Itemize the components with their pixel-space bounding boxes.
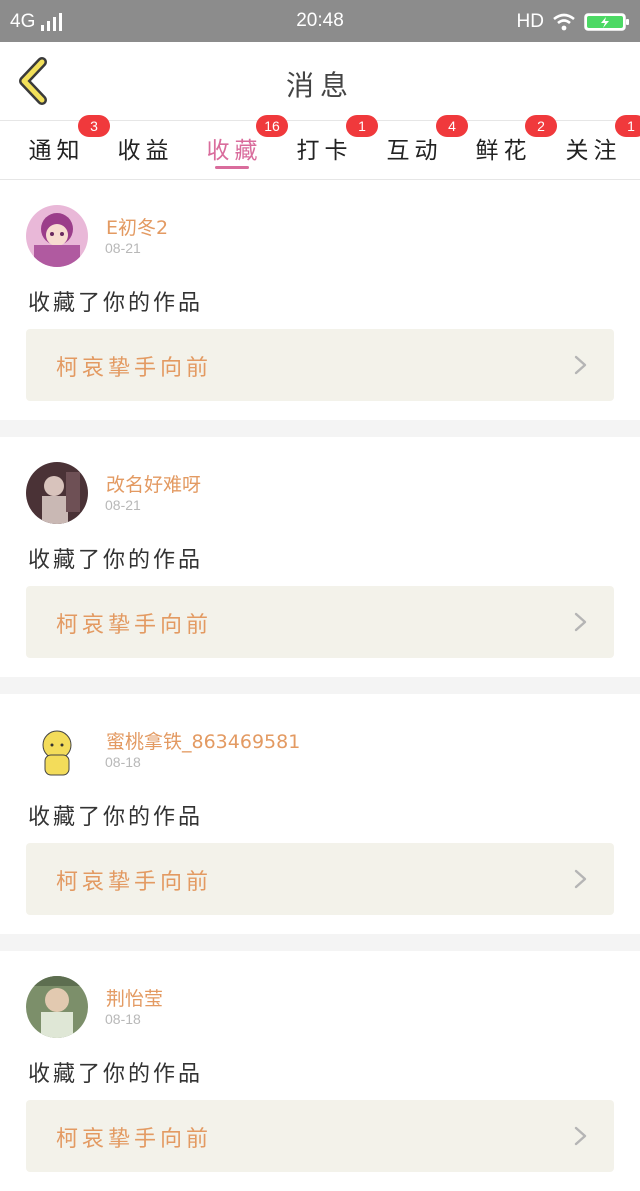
- work-title: 柯哀挚手向前: [56, 613, 213, 638]
- tab-notifications[interactable]: 通知 3: [18, 115, 110, 179]
- work-link[interactable]: 柯哀挚手向前: [26, 843, 614, 915]
- wifi-icon: [553, 13, 575, 31]
- tab-label: 收益: [117, 138, 174, 164]
- username[interactable]: 蜜桃拿铁_863469581: [106, 727, 300, 754]
- work-link[interactable]: 柯哀挚手向前: [26, 329, 614, 401]
- chevron-right-icon: [574, 355, 587, 375]
- tab-bar: 通知 3 收益 收藏 16 打卡 1 互动 4 鲜花 2 关注 1: [0, 115, 640, 180]
- tab-checkin[interactable]: 打卡 1: [286, 115, 378, 179]
- work-title: 柯哀挚手向前: [56, 1127, 213, 1152]
- tab-label: 打卡: [296, 138, 353, 164]
- header: 消息: [0, 42, 640, 120]
- chevron-right-icon: [574, 869, 587, 889]
- avatar-image-icon: [26, 205, 88, 267]
- tab-label: 收藏: [206, 138, 263, 164]
- tab-flowers[interactable]: 鲜花 2: [465, 115, 557, 179]
- active-tab-indicator: [215, 166, 249, 169]
- username[interactable]: E初冬2: [106, 213, 168, 240]
- message-date: 08-18: [105, 754, 141, 770]
- tab-badge: 1: [615, 115, 640, 137]
- message-date: 08-21: [105, 240, 141, 256]
- back-chevron-icon: [19, 57, 47, 105]
- work-link[interactable]: 柯哀挚手向前: [26, 1100, 614, 1172]
- message-date: 08-21: [105, 497, 141, 513]
- message-card: 改名好难呀 08-21 收藏了你的作品 柯哀挚手向前: [0, 437, 640, 677]
- tab-earnings[interactable]: 收益: [107, 121, 179, 179]
- avatar[interactable]: [26, 976, 88, 1038]
- avatar-image-icon: [26, 976, 88, 1038]
- page-title: 消息: [285, 69, 354, 102]
- tab-label: 互动: [386, 138, 443, 164]
- tab-badge: 4: [436, 115, 468, 137]
- tab-label: 通知: [28, 138, 85, 164]
- username[interactable]: 荆怡莹: [106, 984, 163, 1011]
- work-title: 柯哀挚手向前: [56, 870, 213, 895]
- action-text: 收藏了你的作品: [28, 291, 204, 316]
- tab-label: 关注: [565, 138, 622, 164]
- tab-badge: 3: [78, 115, 110, 137]
- tab-interaction[interactable]: 互动 4: [376, 115, 468, 179]
- message-card: 荆怡莹 08-18 收藏了你的作品 柯哀挚手向前: [0, 951, 640, 1191]
- tab-favorites[interactable]: 收藏 16: [196, 115, 288, 179]
- battery-icon: [584, 13, 629, 31]
- chevron-right-icon: [574, 1126, 587, 1146]
- status-right: HD: [517, 11, 630, 33]
- username[interactable]: 改名好难呀: [106, 470, 201, 497]
- tab-badge: 1: [346, 115, 378, 137]
- avatar-image-icon: [26, 462, 88, 524]
- hd-indicator: HD: [516, 11, 544, 32]
- action-text: 收藏了你的作品: [28, 1062, 204, 1087]
- action-text: 收藏了你的作品: [28, 805, 204, 830]
- tab-badge: 2: [525, 115, 557, 137]
- avatar[interactable]: [26, 719, 88, 781]
- avatar-image-icon: [26, 719, 88, 781]
- message-date: 08-18: [105, 1011, 141, 1027]
- status-bar: 4G 20:48 HD: [0, 0, 640, 42]
- message-card: 蜜桃拿铁_863469581 08-18 收藏了你的作品 柯哀挚手向前: [0, 694, 640, 934]
- chevron-right-icon: [574, 612, 587, 632]
- message-card: E初冬2 08-21 收藏了你的作品 柯哀挚手向前: [0, 180, 640, 420]
- tab-label: 鲜花: [475, 138, 532, 164]
- action-text: 收藏了你的作品: [28, 548, 204, 573]
- tab-badge: 16: [256, 115, 288, 137]
- avatar[interactable]: [26, 205, 88, 267]
- work-link[interactable]: 柯哀挚手向前: [26, 586, 614, 658]
- back-button[interactable]: [12, 56, 56, 106]
- work-title: 柯哀挚手向前: [56, 356, 213, 381]
- avatar[interactable]: [26, 462, 88, 524]
- tab-follow[interactable]: 关注 1: [555, 115, 640, 179]
